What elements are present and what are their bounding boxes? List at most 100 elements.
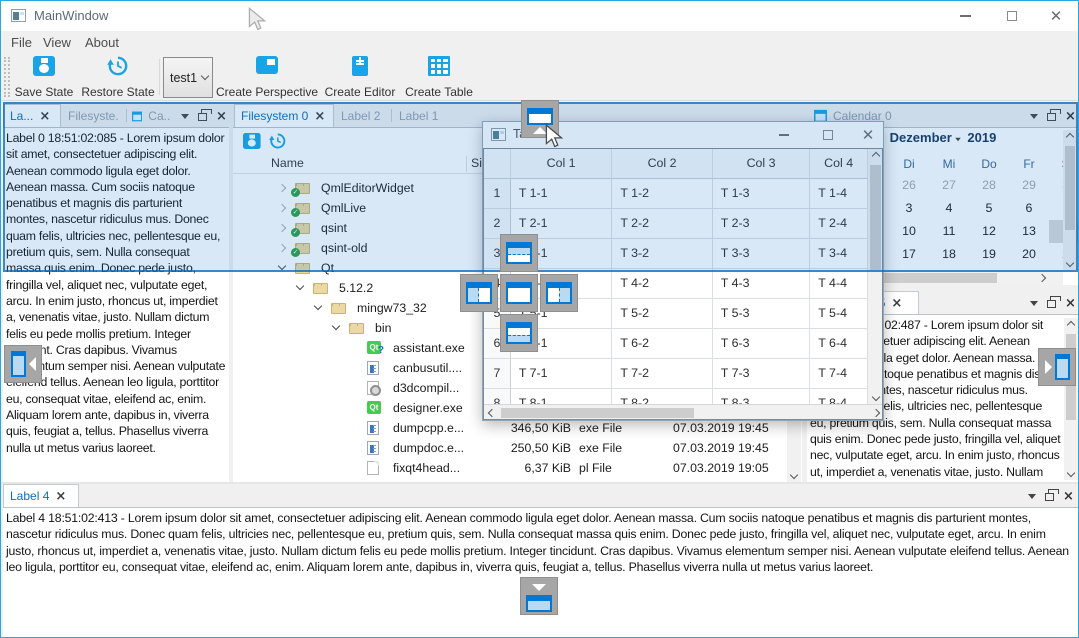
table-cell[interactable]: T 5-4 [810, 299, 868, 329]
table-hscrollbar[interactable] [484, 404, 883, 420]
dock-float-icon[interactable] [1047, 300, 1056, 308]
table-cell[interactable]: T 5-3 [713, 299, 810, 329]
toolbar: Save State Restore State test1 Create Pe… [1, 53, 1078, 101]
perspective-combo[interactable]: test1 [163, 57, 213, 98]
tree-item-label: canbusutil.... [393, 361, 462, 375]
question-badge-icon: ? [378, 344, 384, 357]
tree-item-label: d3dcompil... [393, 381, 459, 395]
tree-item-label: bin [375, 321, 391, 335]
file-size: 250,50 KiB [478, 441, 571, 455]
drop-indicator-bottom-edge[interactable] [520, 577, 558, 615]
table-cell[interactable]: T 7-4 [810, 359, 868, 389]
dock-menu-icon[interactable] [1030, 301, 1038, 306]
drop-indicator-area-center[interactable] [500, 274, 538, 312]
horizontal-splitter[interactable] [1, 482, 1078, 484]
tree-item-label: 5.12.2 [339, 281, 373, 295]
tree-item-label: fixqt4head... [393, 461, 460, 475]
folder-icon [331, 303, 346, 314]
dock-menu-icon[interactable] [1028, 494, 1036, 499]
tree-row[interactable]: fixqt4head...6,37 KiBpl File07.03.2019 1… [233, 458, 802, 478]
label5-dock-buttons: × [1030, 297, 1076, 310]
dock-close-icon[interactable]: × [1065, 297, 1076, 310]
table-row-header[interactable]: 7 [484, 359, 511, 389]
drop-indicator-area-top[interactable] [500, 234, 538, 272]
table-cell[interactable]: T 4-4 [810, 269, 868, 299]
drop-indicator-area-right[interactable] [540, 274, 578, 312]
table-cell[interactable]: T 6-4 [810, 329, 868, 359]
create-editor-button[interactable]: Create Editor [321, 56, 399, 99]
tree-item-label: assistant.exe [393, 341, 465, 355]
table-cell[interactable]: T 6-2 [612, 329, 712, 359]
tab-close-icon[interactable]: × [891, 296, 902, 311]
table-cell[interactable]: T 6-3 [713, 329, 810, 359]
scroll-down-icon [871, 393, 879, 401]
drop-indicator-right-edge[interactable] [1038, 348, 1076, 386]
save-state-button[interactable]: Save State [13, 56, 75, 99]
dock-float-icon[interactable] [1045, 493, 1054, 501]
drop-indicator-area-bottom[interactable] [500, 314, 538, 352]
tab-close-icon[interactable]: × [55, 489, 66, 504]
close-button[interactable]: ✕ [1033, 1, 1079, 31]
restore-state-button[interactable]: Restore State [80, 56, 156, 99]
dock-close-icon[interactable]: × [1063, 490, 1074, 503]
file-modified: 07.03.2019 19:45 [673, 421, 769, 435]
qt-exe-icon: Qt [367, 401, 381, 414]
title-bar[interactable]: MainWindow ✕ [1, 1, 1078, 31]
create-perspective-button[interactable]: Create Perspective [217, 56, 317, 99]
scroll-up-icon [1067, 321, 1075, 329]
file-type: exe File [579, 441, 622, 455]
label5-vscrollbar[interactable] [1064, 318, 1078, 480]
table-cell[interactable]: T 7-2 [612, 359, 712, 389]
editor-document-icon [352, 56, 368, 76]
dll-document-icon [367, 381, 379, 395]
file-type: pl File [579, 461, 612, 475]
file-modified: 07.03.2019 19:05 [673, 461, 769, 475]
table-cell[interactable]: T 8-4 [810, 389, 868, 404]
scroll-right-icon [871, 408, 879, 416]
menu-file[interactable]: File [7, 34, 36, 51]
menu-about[interactable]: About [81, 34, 123, 51]
menu-view[interactable]: View [39, 34, 75, 51]
minimize-icon [960, 15, 971, 17]
scroll-down-icon [790, 471, 798, 479]
table-cell[interactable]: T 7-3 [713, 359, 810, 389]
drop-indicator-left-edge[interactable] [4, 345, 42, 383]
scrollbar-thumb[interactable] [501, 408, 694, 418]
table-cell[interactable]: T 7-1 [511, 359, 612, 389]
tree-item-label: designer.exe [393, 401, 463, 415]
maximize-button[interactable] [989, 1, 1035, 31]
menu-bar: File View About [1, 31, 1078, 53]
table-cell[interactable]: T 5-2 [612, 299, 712, 329]
table-row-header[interactable]: 8 [484, 389, 511, 404]
save-icon [33, 56, 55, 76]
main-window: MainWindow ✕ File View About Save State … [0, 0, 1079, 638]
scroll-left-icon [487, 408, 495, 416]
tree-row[interactable]: dumpdoc.e...250,50 KiBexe File07.03.2019… [233, 438, 802, 458]
create-table-button[interactable]: Create Table [401, 56, 477, 99]
table-cell[interactable]: T 4-3 [713, 269, 810, 299]
table-row: 8T 8-1T 8-2T 8-3T 8-4 [484, 389, 868, 404]
toolbar-handle[interactable] [4, 57, 10, 97]
file-modified: 07.03.2019 19:45 [673, 441, 769, 455]
collapse-chevron-icon[interactable] [332, 322, 340, 330]
label4-text: Label 4 18:51:02:413 - Lorem ipsum dolor… [6, 510, 1075, 575]
document-icon [367, 421, 379, 435]
restore-icon [107, 56, 129, 76]
drop-indicator-area-left[interactable] [460, 274, 498, 312]
tree-row[interactable]: dumpcpp.e...346,50 KiBexe File07.03.2019… [233, 418, 802, 438]
perspective-combo-value: test1 [170, 71, 197, 85]
arrow-right-icon [1045, 360, 1052, 374]
ghost-cursor [247, 7, 267, 31]
file-icon [367, 461, 379, 475]
arrow-left-icon [29, 357, 36, 371]
table-cell[interactable]: T 4-2 [612, 269, 712, 299]
collapse-chevron-icon[interactable] [314, 302, 322, 310]
tab-label4[interactable]: Label 4 × [3, 484, 79, 507]
table-cell[interactable]: T 8-2 [612, 389, 712, 404]
collapse-chevron-icon[interactable] [296, 282, 304, 290]
document-icon [367, 441, 379, 455]
minimize-button[interactable] [942, 1, 988, 31]
table-cell[interactable]: T 8-3 [713, 389, 810, 404]
toolbar-separator [159, 59, 160, 95]
table-cell[interactable]: T 8-1 [511, 389, 612, 404]
